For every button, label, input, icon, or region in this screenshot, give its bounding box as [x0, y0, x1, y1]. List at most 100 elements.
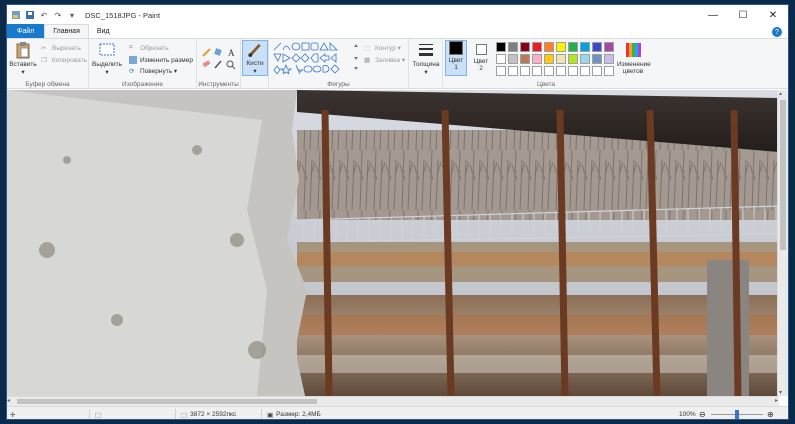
outline-label: Контур ▾: [375, 45, 401, 52]
horizontal-scroll-thumb[interactable]: [17, 399, 317, 404]
palette-swatch[interactable]: [556, 42, 566, 52]
palette-swatch[interactable]: [604, 42, 614, 52]
palette-swatch[interactable]: [508, 42, 518, 52]
palette-swatch[interactable]: [508, 54, 518, 64]
zoom-slider-thumb[interactable]: [735, 410, 739, 419]
zoom-out-button[interactable]: ⊖: [699, 407, 706, 419]
palette-swatch[interactable]: [496, 66, 506, 76]
tools-icons: A: [202, 48, 236, 70]
palette-swatch[interactable]: [532, 66, 542, 76]
scroll-right-icon[interactable]: ▸: [775, 397, 778, 404]
palette-swatch[interactable]: [544, 66, 554, 76]
palette-swatch[interactable]: [532, 54, 542, 64]
shapes-gallery[interactable]: [273, 42, 351, 74]
fill-label: Заливка ▾: [375, 57, 406, 64]
tab-view[interactable]: Вид: [89, 24, 118, 38]
palette-swatch[interactable]: [520, 42, 530, 52]
palette-swatch[interactable]: [592, 42, 602, 52]
crop-button[interactable]: ⌗ Обрезать: [129, 44, 169, 52]
palette-swatch[interactable]: [580, 66, 590, 76]
help-icon[interactable]: ?: [772, 27, 782, 37]
select-button[interactable]: Выделить ▾: [92, 41, 122, 76]
palette-swatch[interactable]: [592, 54, 602, 64]
minimize-button[interactable]: —: [698, 5, 728, 25]
status-bar: ✛ ⬚ ⬚ 3872 × 2592пкс ▣ Размер: 2,4МБ 100…: [7, 406, 788, 419]
palette-swatch[interactable]: [520, 54, 530, 64]
close-button[interactable]: ✕: [758, 5, 788, 25]
palette-swatch[interactable]: [544, 42, 554, 52]
clipboard-group-label: Буфер обмена: [25, 81, 70, 88]
color2-label: Цвет 2: [473, 58, 489, 72]
colors-group: Цвет 1 Цвет 2 Изменение цветов Цвета: [443, 39, 651, 89]
palette-swatch[interactable]: [604, 66, 614, 76]
color1-label: Цвет 1: [448, 57, 464, 71]
copy-button[interactable]: ❐ Копировать: [41, 56, 87, 65]
magnifier-icon[interactable]: [226, 60, 236, 70]
fill-button[interactable]: ▩ Заливка ▾: [364, 56, 405, 64]
zoom-slider[interactable]: [711, 407, 763, 419]
palette-swatch[interactable]: [496, 42, 506, 52]
tab-home[interactable]: Главная: [44, 24, 89, 38]
paste-label: Вставить: [9, 61, 37, 68]
brushes-button[interactable]: Кисти ▾: [242, 40, 268, 76]
outline-icon: ⬚: [364, 45, 371, 52]
rotate-button[interactable]: ⟳ Повернуть ▾: [129, 67, 177, 75]
scroll-up-icon[interactable]: ▴: [779, 90, 782, 97]
shapes-scroll-icon[interactable]: [353, 43, 359, 73]
palette-swatch[interactable]: [556, 54, 566, 64]
status-divider: [175, 409, 176, 419]
maximize-button[interactable]: ☐: [728, 5, 758, 25]
palette-swatch[interactable]: [604, 54, 614, 64]
palette-swatch[interactable]: [580, 54, 590, 64]
scroll-down-icon[interactable]: ▾: [779, 389, 782, 396]
cut-button[interactable]: ✂ Вырезать: [41, 44, 81, 53]
palette-swatch[interactable]: [496, 54, 506, 64]
vertical-scroll-thumb[interactable]: [780, 100, 786, 250]
chevron-down-icon: ▾: [253, 68, 257, 75]
palette-swatch[interactable]: [568, 66, 578, 76]
customize-quick-access-icon[interactable]: ▾: [67, 10, 77, 20]
canvas-area[interactable]: [7, 90, 788, 396]
vertical-scrollbar[interactable]: ▴ ▾: [777, 90, 788, 396]
palette-swatch[interactable]: [580, 42, 590, 52]
status-divider: [89, 409, 90, 419]
palette-swatch[interactable]: [568, 42, 578, 52]
palette-swatch[interactable]: [520, 66, 530, 76]
cut-label: Вырезать: [52, 44, 81, 52]
paste-button[interactable]: Вставить ▾: [9, 41, 37, 76]
undo-icon[interactable]: ↶: [39, 10, 49, 20]
tab-file[interactable]: Файл: [7, 24, 45, 38]
palette-swatch[interactable]: [592, 66, 602, 76]
edit-colors-button[interactable]: Изменение цветов: [617, 41, 651, 75]
size-button[interactable]: Толщина ▾: [411, 41, 441, 76]
palette-swatch[interactable]: [532, 42, 542, 52]
color1-button[interactable]: Цвет 1: [445, 40, 467, 76]
paint-app-icon[interactable]: [11, 10, 21, 20]
color-picker-icon[interactable]: [214, 60, 222, 69]
palette-swatch[interactable]: [508, 66, 518, 76]
eraser-icon[interactable]: [202, 60, 211, 68]
fill-bucket-icon[interactable]: [214, 48, 222, 56]
save-icon[interactable]: [25, 10, 35, 20]
svg-text:A: A: [228, 48, 235, 58]
palette-swatch[interactable]: [568, 54, 578, 64]
horizontal-scrollbar[interactable]: ◂ ▸: [7, 396, 779, 406]
copy-icon: ❐: [41, 57, 47, 64]
shapes-group-label: Фигуры: [327, 81, 350, 88]
tools-group: A Инструменты: [197, 39, 241, 89]
line-thickness-icon: [419, 44, 433, 56]
redo-icon[interactable]: ↷: [53, 10, 63, 20]
brushes-label: Кисти: [246, 60, 264, 67]
outline-button[interactable]: ⬚ Контур ▾: [364, 44, 401, 52]
palette-swatch[interactable]: [544, 54, 554, 64]
photo-canvas[interactable]: [7, 90, 779, 396]
fill-icon: ▩: [364, 57, 371, 64]
scroll-left-icon[interactable]: ◂: [7, 397, 10, 404]
palette-swatch[interactable]: [556, 66, 566, 76]
text-icon[interactable]: A: [228, 48, 235, 58]
scissors-icon: ✂: [41, 45, 47, 52]
color2-button[interactable]: Цвет 2: [470, 42, 492, 72]
zoom-in-button[interactable]: ⊕: [767, 407, 774, 419]
pencil-icon[interactable]: [202, 48, 211, 57]
resize-button[interactable]: Изменить размер: [129, 56, 193, 64]
